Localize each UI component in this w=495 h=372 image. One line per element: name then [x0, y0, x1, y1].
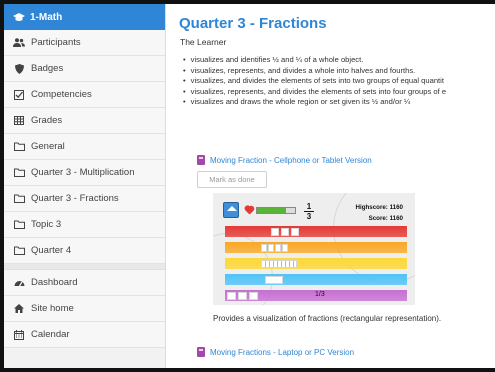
fraction-block [291, 228, 299, 236]
sidebar-item-label: Dashboard [31, 277, 78, 288]
health-bar [256, 207, 296, 214]
target-fraction: 1 3 [303, 202, 315, 221]
fraction-block [227, 292, 236, 300]
sidebar-item-label: Quarter 3 - Fractions [31, 193, 119, 204]
activity-description: Provides a visualization of fractions (r… [213, 314, 442, 323]
sidebar-item-label: Topic 3 [31, 219, 62, 230]
sidebar-item-general[interactable]: General [4, 134, 165, 160]
fraction-track-red [225, 226, 407, 237]
sidebar-item-label: Competencies [31, 89, 92, 100]
fraction-block [265, 276, 283, 284]
activity-title[interactable]: Moving Fractions - Laptop or PC Version [210, 348, 354, 357]
sidebar-item-label: Site home [31, 303, 74, 314]
fraction-block [282, 244, 288, 252]
main-content: Quarter 3 - Fractions The Learner visual… [167, 4, 495, 368]
sidebar-item-participants[interactable]: Participants [4, 30, 165, 56]
sidebar-item-q3-multiplication[interactable]: Quarter 3 - Multiplication [4, 160, 165, 186]
fraction-track-orange [225, 242, 407, 253]
sidebar-item-label: Badges [31, 63, 64, 74]
health-fill [257, 208, 286, 213]
calendar-icon [13, 329, 25, 340]
fraction-block [261, 260, 297, 268]
heart-icon [244, 206, 254, 215]
list-item: visualizes and draws the whole region or… [183, 97, 495, 108]
sidebar-item-label: Grades [31, 115, 63, 126]
activity-laptop: Moving Fractions - Laptop or PC Version [197, 347, 354, 357]
sidebar-item-label: Calendar [31, 329, 70, 340]
track-fraction-label: 1/3 [315, 291, 325, 298]
users-icon [13, 38, 25, 47]
mark-as-done-button[interactable]: Mark as done [197, 171, 267, 188]
score-panel: Highscore: 1160 Score: 1160 [333, 202, 403, 224]
sidebar-item-quarter-4[interactable]: Quarter 4 [4, 238, 165, 264]
game-activity-icon [197, 347, 205, 357]
sidebar-item-q3-fractions[interactable]: Quarter 3 - Fractions [4, 186, 165, 212]
sidebar-item-grades[interactable]: Grades [4, 108, 165, 134]
fraction-block [275, 244, 281, 252]
sidebar-item-dashboard[interactable]: Dashboard [4, 270, 165, 296]
sidebar-item-label: Participants [31, 37, 81, 48]
folder-icon [13, 246, 25, 255]
sidebar-item-calendar[interactable]: Calendar [4, 322, 165, 348]
activity-link-cellphone[interactable]: Moving Fraction - Cellphone or Tablet Ve… [197, 155, 372, 165]
browser-frame: 1-Math Participants Badges Competencies … [4, 4, 495, 368]
fraction-numerator: 1 [306, 202, 312, 211]
folder-icon [13, 220, 25, 229]
sidebar-item-competencies[interactable]: Competencies [4, 82, 165, 108]
score-text: Score: 1160 [368, 215, 403, 222]
activity-cellphone: Moving Fraction - Cellphone or Tablet Ve… [197, 155, 372, 165]
shield-icon [13, 63, 25, 74]
page-title: Quarter 3 - Fractions [179, 15, 327, 32]
list-item: visualizes and identifies ½ and ¼ of a w… [183, 55, 495, 66]
fraction-block [271, 228, 279, 236]
sidebar-course-label: 1-Math [30, 11, 63, 23]
game-preview: 1 3 Highscore: 1160 Score: 1160 1/3 [213, 193, 415, 305]
graduation-cap-icon [13, 12, 25, 22]
fraction-denominator: 3 [306, 212, 312, 221]
fraction-track-yellow [225, 258, 407, 269]
fraction-block [261, 244, 267, 252]
sidebar-item-label: General [31, 141, 65, 152]
sidebar: 1-Math Participants Badges Competencies … [4, 4, 166, 368]
fraction-track-blue [225, 274, 407, 285]
sidebar-item-label: Quarter 4 [31, 245, 72, 256]
home-icon [223, 202, 239, 218]
fraction-block [268, 244, 274, 252]
activity-title[interactable]: Moving Fraction - Cellphone or Tablet Ve… [210, 156, 372, 165]
table-icon [13, 116, 25, 125]
folder-icon [13, 168, 25, 177]
sidebar-item-course[interactable]: 1-Math [4, 4, 165, 30]
sidebar-item-site-home[interactable]: Site home [4, 296, 165, 322]
game-activity-icon [197, 155, 205, 165]
home-icon [13, 304, 25, 313]
checkbox-icon [13, 89, 25, 100]
learner-heading: The Learner [180, 37, 227, 47]
fraction-block [249, 292, 258, 300]
sidebar-item-topic-3[interactable]: Topic 3 [4, 212, 165, 238]
objectives-list: visualizes and identifies ½ and ¼ of a w… [183, 55, 495, 108]
fraction-block [281, 228, 289, 236]
folder-icon [13, 142, 25, 151]
highscore-text: Highscore: 1160 [355, 204, 403, 211]
sidebar-item-label: Quarter 3 - Multiplication [31, 167, 135, 178]
dashboard-icon [13, 278, 25, 287]
sidebar-item-badges[interactable]: Badges [4, 56, 165, 82]
folder-icon [13, 194, 25, 203]
list-item: visualizes, represents, and divides the … [183, 87, 495, 98]
activity-link-laptop[interactable]: Moving Fractions - Laptop or PC Version [197, 347, 354, 357]
list-item: visualizes, and divides the elements of … [183, 76, 495, 87]
list-item: visualizes, represents, and divides a wh… [183, 66, 495, 77]
fraction-track-purple: 1/3 [225, 290, 407, 301]
fraction-block [238, 292, 247, 300]
